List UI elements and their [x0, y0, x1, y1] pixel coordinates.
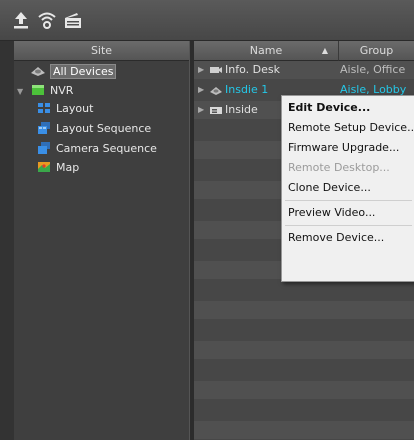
menu-item-edit-device[interactable]: Edit Device... [282, 98, 414, 118]
collapse-arrow-icon[interactable]: ▼ [17, 87, 23, 96]
device-context-menu: Edit Device... Remote Setup Device... Fi… [281, 95, 414, 282]
empty-row [194, 381, 414, 399]
sort-ascending-icon: ▲ [321, 46, 328, 55]
empty-row [194, 421, 414, 439]
tree-item-label: All Devices [50, 64, 117, 79]
menu-item-remove-device[interactable]: Remove Device... [282, 228, 414, 248]
empty-row [194, 301, 414, 319]
map-icon [36, 160, 52, 174]
toolbar [0, 0, 414, 41]
menu-item-remote-setup-device[interactable]: Remote Setup Device... [282, 118, 414, 138]
column-header-name[interactable]: Name ▲ [194, 41, 339, 61]
expand-arrow-icon[interactable]: ▶ [198, 101, 204, 119]
column-header-label: Group [359, 44, 394, 57]
camera-icon [209, 64, 223, 76]
tree-item-nvr[interactable]: NVR [30, 82, 73, 100]
layout-grid-icon [36, 101, 52, 115]
tree-item-layout[interactable]: Layout [36, 100, 93, 118]
site-panel: Site All Devices ▼ NVR Layout Layout Seq… [14, 41, 190, 440]
column-header-label: Name [249, 44, 283, 57]
expand-arrow-icon[interactable]: ▶ [198, 61, 204, 79]
tree-item-map[interactable]: Map [36, 159, 79, 177]
empty-row [194, 361, 414, 379]
device-group: Aisle, Office [340, 63, 406, 76]
device-name: Insdie 1 [225, 83, 269, 96]
expand-arrow-icon[interactable]: ▶ [198, 81, 204, 99]
column-header-group[interactable]: Group [339, 41, 414, 61]
tree-item-layout-sequence[interactable]: Layout Sequence [36, 120, 151, 138]
eye-devices-icon [30, 64, 46, 78]
tree-item-camera-sequence[interactable]: Camera Sequence [36, 140, 157, 158]
table-row[interactable]: ▶ Info. Desk Aisle, Office [194, 61, 414, 79]
empty-row [194, 281, 414, 299]
device-name: Inside [225, 103, 258, 116]
menu-separator [285, 225, 412, 226]
menu-item-clone-device[interactable]: Clone Device... [282, 178, 414, 198]
eye-devices-icon [209, 84, 223, 96]
upload-icon[interactable] [10, 9, 32, 31]
wireless-icon[interactable] [36, 9, 58, 31]
dvr-icon [209, 104, 223, 116]
camera-sequence-icon [36, 141, 52, 155]
tree-item-label: Layout Sequence [56, 122, 152, 135]
menu-separator [285, 200, 412, 201]
recorder-icon[interactable] [62, 9, 84, 31]
empty-row [194, 401, 414, 419]
empty-row [194, 321, 414, 339]
layout-sequence-icon [36, 121, 52, 135]
left-strip [0, 41, 15, 440]
menu-item-remote-desktop: Remote Desktop... [288, 161, 390, 174]
nvr-cube-icon [30, 83, 46, 97]
tree-item-label: Map [56, 161, 80, 174]
tree-item-label: Layout [56, 102, 94, 115]
device-name: Info. Desk [225, 63, 280, 76]
site-panel-header[interactable]: Site [14, 41, 189, 61]
menu-item-preview-video[interactable]: Preview Video... [282, 203, 414, 223]
tree-item-label: Camera Sequence [56, 142, 157, 155]
tree-item-label: NVR [50, 84, 74, 97]
empty-row [194, 341, 414, 359]
tree-item-all-devices[interactable]: All Devices [30, 63, 117, 81]
menu-item-firmware-upgrade[interactable]: Firmware Upgrade... [282, 138, 414, 158]
